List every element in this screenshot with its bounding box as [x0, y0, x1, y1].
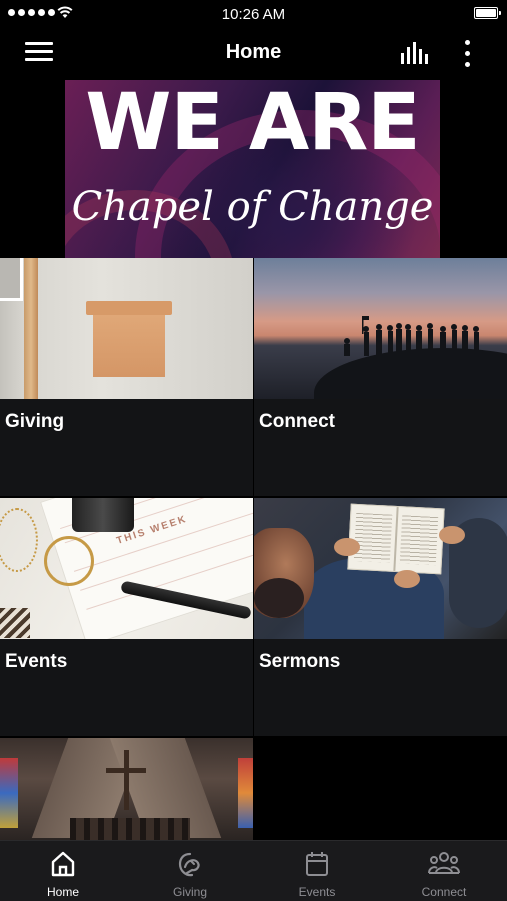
- giving-icon: [178, 852, 200, 877]
- people-icon: [428, 852, 460, 874]
- tab-home-label: Home: [46, 885, 79, 899]
- navigation-bar: Home: [0, 28, 507, 78]
- giving-tile[interactable]: Giving: [0, 258, 253, 496]
- tab-giving-label: Giving: [172, 885, 207, 899]
- connect-image: [254, 258, 507, 399]
- sermons-image: [254, 498, 507, 639]
- battery-icon: [474, 7, 501, 19]
- banner-subtitle: Chapel of Change: [71, 184, 434, 230]
- connect-label: Connect: [259, 411, 335, 432]
- audio-bars-icon[interactable]: [400, 41, 430, 65]
- tab-connect[interactable]: Connect: [381, 841, 507, 901]
- tab-bar: Home Giving Events Connect: [0, 840, 507, 901]
- events-label: Events: [5, 651, 68, 672]
- status-time: 10:26 AM: [221, 6, 286, 23]
- calendar-icon: [306, 852, 328, 876]
- tab-connect-label: Connect: [421, 885, 467, 899]
- church-tile[interactable]: [0, 738, 253, 840]
- tab-giving[interactable]: Giving: [127, 841, 253, 901]
- giving-image: [0, 258, 253, 399]
- hero-banner[interactable]: WE ARE Chapel of Change: [65, 80, 440, 258]
- connect-tile[interactable]: Connect: [254, 258, 507, 496]
- events-tile[interactable]: THIS WEEK Events: [0, 498, 253, 736]
- events-image: THIS WEEK: [0, 498, 253, 639]
- tab-events[interactable]: Events: [254, 841, 380, 901]
- sermons-tile[interactable]: Sermons: [254, 498, 507, 736]
- home-icon: [51, 851, 75, 877]
- sermons-label: Sermons: [259, 651, 341, 672]
- status-bar: 10:26 AM: [0, 0, 507, 28]
- tab-events-label: Events: [298, 885, 336, 899]
- more-options-icon[interactable]: [461, 40, 475, 68]
- banner-title: WE ARE: [85, 80, 420, 168]
- tab-home[interactable]: Home: [0, 841, 126, 901]
- giving-label: Giving: [5, 411, 65, 432]
- page-title: Home: [225, 41, 282, 63]
